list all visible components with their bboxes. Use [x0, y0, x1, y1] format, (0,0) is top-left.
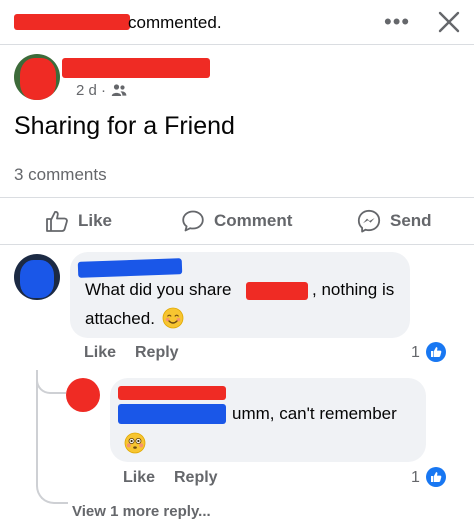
more-options-icon[interactable]: •••: [384, 11, 410, 33]
smiling-face-icon: [162, 307, 184, 329]
notification-text: commented.: [128, 13, 222, 32]
author-avatar[interactable]: [14, 54, 60, 100]
reply-avatar[interactable]: [66, 378, 100, 412]
redacted-replier-name: [118, 386, 226, 400]
send-button[interactable]: Send: [356, 206, 432, 236]
comment-reply-link[interactable]: Reply: [135, 344, 179, 362]
comment-count[interactable]: 3 comments: [14, 165, 107, 185]
view-more-replies-link[interactable]: View 1 more reply...: [72, 503, 211, 520]
friends-icon: [111, 84, 127, 96]
redacted-reply-text: [118, 404, 226, 424]
like-reaction-icon[interactable]: [426, 342, 446, 362]
redacted-commenter-name: [14, 14, 130, 30]
comment-text-line2: attached.: [85, 309, 155, 328]
comment-bubble-icon: [182, 210, 204, 232]
reply-reply-link[interactable]: Reply: [174, 469, 218, 487]
close-icon[interactable]: [434, 7, 464, 37]
comment-button[interactable]: Comment: [180, 206, 292, 236]
thread-branch: [36, 370, 66, 394]
redacted-author-name: [62, 58, 210, 78]
reply-reaction-count: 1: [411, 469, 420, 486]
post-action-bar: Like Comment Send: [0, 197, 474, 245]
comment-reaction-count: 1: [411, 344, 420, 361]
comment-label: Comment: [214, 211, 293, 230]
post-age: 2 d ·: [76, 82, 107, 99]
thumbs-up-icon: [46, 210, 68, 232]
flushed-face-icon: [124, 432, 146, 454]
redacted-mention: [246, 282, 308, 300]
send-label: Send: [390, 211, 432, 230]
like-reaction-icon[interactable]: [426, 467, 446, 487]
comment-text-part2: , nothing is: [312, 280, 395, 299]
post-text: Sharing for a Friend: [14, 112, 235, 140]
comment-like-link[interactable]: Like: [84, 344, 116, 362]
messenger-icon: [357, 209, 381, 233]
comment-text-part1: What did you share: [85, 280, 232, 299]
reply-like-link[interactable]: Like: [123, 469, 155, 487]
like-button[interactable]: Like: [44, 206, 112, 236]
commenter-avatar[interactable]: [14, 254, 60, 300]
like-label: Like: [78, 211, 113, 230]
reply-text: umm, can't remember: [232, 404, 397, 423]
